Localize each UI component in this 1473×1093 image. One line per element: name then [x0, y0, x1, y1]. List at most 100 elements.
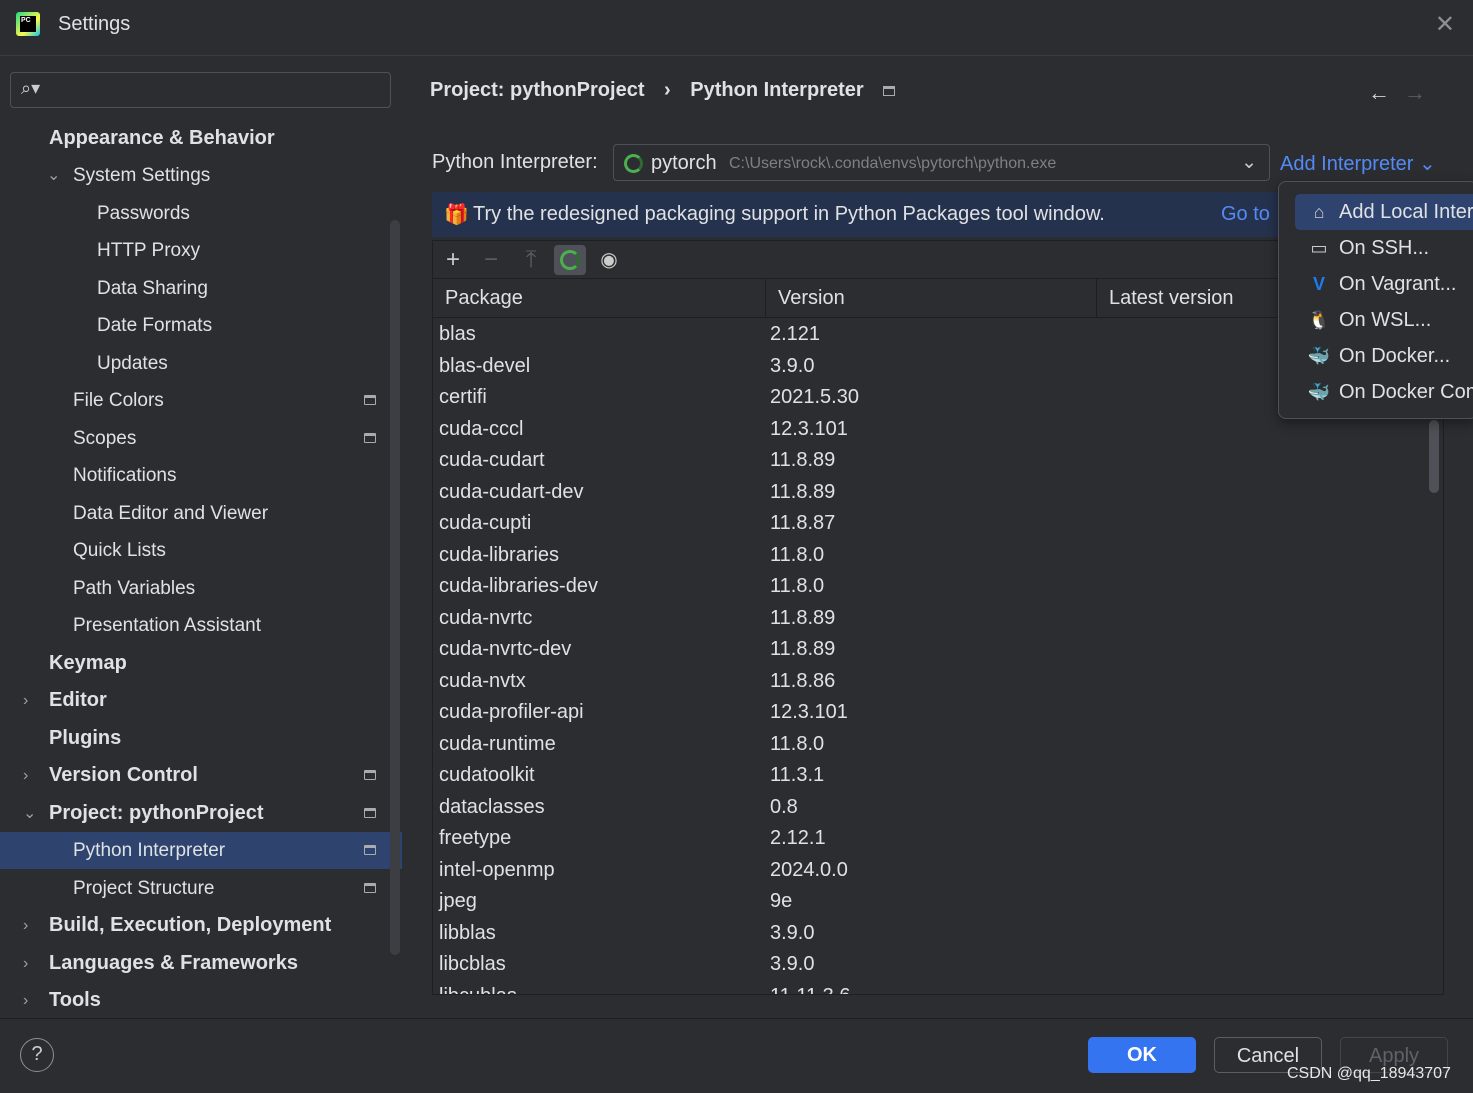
table-row[interactable]: cuda-cudart 11.8.89: [433, 445, 1443, 477]
interpreter-path: C:\Users\rock\.conda\envs\pytorch\python…: [729, 155, 1057, 172]
package-name: certifi: [439, 386, 487, 408]
use-conda-icon[interactable]: [554, 245, 586, 275]
table-row[interactable]: cuda-runtime 11.8.0: [433, 729, 1443, 761]
table-row[interactable]: cuda-libraries 11.8.0: [433, 540, 1443, 572]
sidebar-item-editor[interactable]: › Editor: [0, 682, 402, 719]
docker-compose-icon: 🐳: [1307, 382, 1331, 402]
package-version: 11.8.89: [770, 480, 836, 503]
package-name: blas: [439, 323, 476, 345]
table-row[interactable]: cuda-nvtx 11.8.86: [433, 666, 1443, 698]
show-early-releases-eye-icon[interactable]: ◉: [593, 245, 625, 275]
package-name: cuda-profiler-api: [439, 701, 584, 723]
menu-item-on-ssh[interactable]: ▭ On SSH...: [1295, 230, 1473, 266]
sidebar-scrollbar[interactable]: [390, 220, 400, 955]
table-row[interactable]: cuda-profiler-api 12.3.101: [433, 697, 1443, 729]
sidebar-item-quick-lists[interactable]: Quick Lists: [0, 532, 402, 569]
breadcrumb-separator: ›: [664, 79, 671, 101]
remove-package-icon[interactable]: −: [475, 245, 507, 275]
table-row[interactable]: cuda-cudart-dev 11.8.89: [433, 477, 1443, 509]
sidebar-item-passwords[interactable]: Passwords: [0, 195, 402, 232]
table-row[interactable]: freetype 2.12.1: [433, 823, 1443, 855]
conda-env-icon: [624, 154, 643, 173]
back-arrow-icon[interactable]: ←: [1368, 80, 1390, 105]
chevron-down-icon[interactable]: ⌄: [47, 157, 60, 194]
breadcrumb-page: Python Interpreter: [690, 79, 864, 101]
chevron-right-icon[interactable]: ›: [23, 757, 28, 794]
chevron-right-icon[interactable]: ›: [23, 682, 28, 719]
sidebar-item-appearance-behavior[interactable]: Appearance & Behavior: [0, 120, 402, 157]
pycharm-logo-icon: PC: [16, 12, 40, 36]
table-row[interactable]: dataclasses 0.8: [433, 792, 1443, 824]
sidebar-item-scopes[interactable]: Scopes: [0, 420, 402, 457]
sidebar-item-http-proxy[interactable]: HTTP Proxy: [0, 232, 402, 269]
column-package[interactable]: Package: [433, 279, 523, 318]
package-name: cuda-nvrtc-dev: [439, 638, 572, 660]
sidebar-item-path-variables[interactable]: Path Variables: [0, 570, 402, 607]
sidebar-item-project-pythonproject[interactable]: ⌄ Project: pythonProject: [0, 795, 402, 832]
chevron-down-icon[interactable]: ⌄: [23, 795, 36, 832]
sidebar-item-python-interpreter[interactable]: Python Interpreter: [0, 832, 402, 869]
table-row[interactable]: cuda-cupti 11.8.87: [433, 508, 1443, 540]
sidebar-item-updates[interactable]: Updates: [0, 345, 402, 382]
banner-link[interactable]: Go to: [1221, 203, 1270, 226]
forward-arrow-icon[interactable]: →: [1404, 80, 1426, 105]
sidebar-item-data-sharing[interactable]: Data Sharing: [0, 270, 402, 307]
sidebar-item-label: Notifications: [73, 465, 177, 486]
ok-button[interactable]: OK: [1088, 1037, 1196, 1073]
sidebar-item-keymap[interactable]: Keymap: [0, 645, 402, 682]
upgrade-package-icon[interactable]: ⤒: [515, 245, 547, 275]
menu-item-on-vagrant[interactable]: V On Vagrant...: [1295, 266, 1473, 302]
interpreter-select[interactable]: pytorch C:\Users\rock\.conda\envs\pytorc…: [613, 144, 1270, 181]
sidebar-item-build-execution-deployment[interactable]: › Build, Execution, Deployment: [0, 907, 402, 944]
menu-item-add-local-interpreter[interactable]: ⌂ Add Local Interpreter...: [1295, 194, 1473, 230]
package-version: 2.121: [770, 323, 821, 345]
column-latest-version[interactable]: Latest version: [1096, 279, 1234, 318]
sidebar-item-tools[interactable]: › Tools: [0, 982, 402, 1019]
table-row[interactable]: intel-openmp 2024.0.0: [433, 855, 1443, 887]
add-package-icon[interactable]: +: [437, 245, 469, 275]
table-row[interactable]: libcblas 3.9.0: [433, 949, 1443, 981]
package-name: libcblas: [439, 953, 506, 975]
menu-item-on-docker-compose[interactable]: 🐳 On Docker Compose...: [1295, 374, 1473, 410]
table-row[interactable]: jpeg 9e: [433, 886, 1443, 918]
sidebar-item-label: Scopes: [73, 428, 137, 449]
sidebar-item-label: Languages & Frameworks: [49, 952, 298, 974]
sidebar-item-languages-frameworks[interactable]: › Languages & Frameworks: [0, 945, 402, 982]
package-name: intel-openmp: [439, 858, 555, 881]
sidebar-item-notifications[interactable]: Notifications: [0, 457, 402, 494]
menu-item-on-docker[interactable]: 🐳 On Docker...: [1295, 338, 1473, 374]
chevron-right-icon[interactable]: ›: [23, 982, 28, 1019]
add-interpreter-button[interactable]: Add Interpreter ⌄: [1280, 151, 1436, 176]
table-row[interactable]: libcublas 11.11.3.6: [433, 981, 1443, 995]
chevron-right-icon[interactable]: ›: [23, 907, 28, 944]
table-row[interactable]: libblas 3.9.0: [433, 918, 1443, 950]
menu-item-on-wsl[interactable]: 🐧 On WSL...: [1295, 302, 1473, 338]
sidebar-item-date-formats[interactable]: Date Formats: [0, 307, 402, 344]
help-button[interactable]: ?: [20, 1038, 54, 1072]
sidebar-item-presentation-assistant[interactable]: Presentation Assistant: [0, 607, 402, 644]
column-version[interactable]: Version: [765, 279, 845, 318]
navigation: ← →: [1368, 80, 1426, 106]
sidebar-item-label: Editor: [49, 689, 107, 711]
chevron-down-icon: ⌄: [1241, 152, 1257, 173]
package-version: 11.8.89: [770, 449, 836, 471]
table-scrollbar[interactable]: [1429, 420, 1439, 493]
sidebar-item-project-structure[interactable]: Project Structure: [0, 870, 402, 907]
chevron-right-icon[interactable]: ›: [23, 945, 28, 982]
gift-icon: 🎁: [444, 204, 469, 226]
table-row[interactable]: cuda-libraries-dev 11.8.0: [433, 571, 1443, 603]
breadcrumb: Project: pythonProject › Python Interpre…: [430, 79, 909, 102]
close-icon[interactable]: ✕: [1435, 10, 1455, 39]
sidebar-item-file-colors[interactable]: File Colors: [0, 382, 402, 419]
table-row[interactable]: cudatoolkit 11.3.1: [433, 760, 1443, 792]
sidebar-item-system-settings[interactable]: ⌄ System Settings: [0, 157, 402, 194]
settings-search-input[interactable]: ⌕▾: [10, 72, 391, 108]
sidebar-item-plugins[interactable]: Plugins: [0, 720, 402, 757]
package-name: blas-devel: [439, 354, 531, 377]
breadcrumb-project[interactable]: Project: pythonProject: [430, 79, 644, 101]
interpreter-label: Python Interpreter:: [432, 151, 598, 173]
table-row[interactable]: cuda-nvrtc 11.8.89: [433, 603, 1443, 635]
sidebar-item-version-control[interactable]: › Version Control: [0, 757, 402, 794]
sidebar-item-data-editor-and-viewer[interactable]: Data Editor and Viewer: [0, 495, 402, 532]
table-row[interactable]: cuda-nvrtc-dev 11.8.89: [433, 634, 1443, 666]
